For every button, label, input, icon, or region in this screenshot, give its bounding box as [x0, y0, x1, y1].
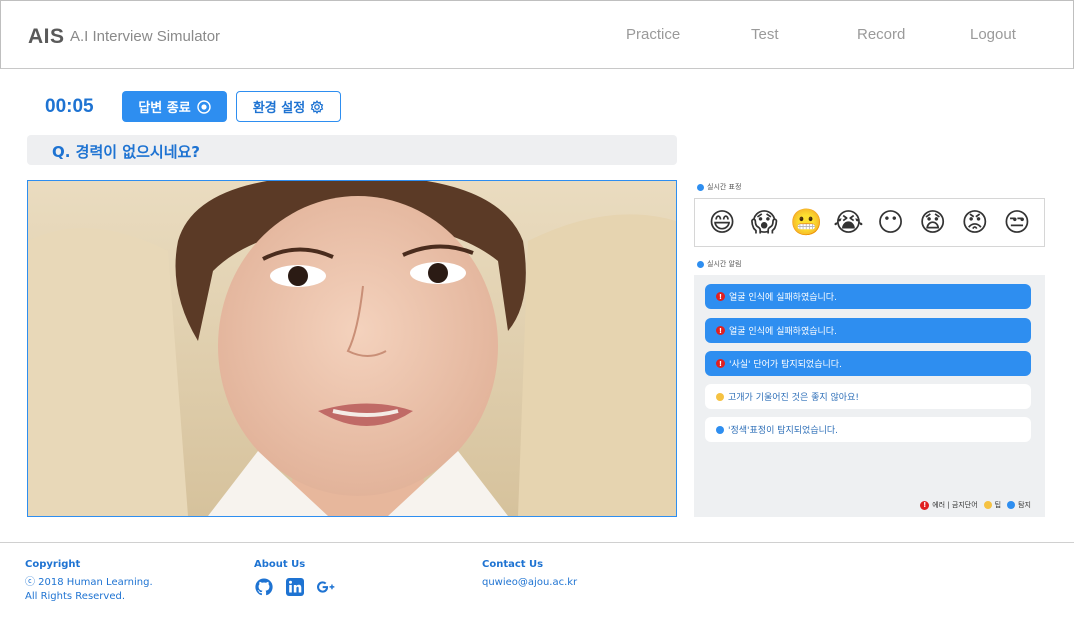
screaming-face-icon: 😱	[750, 207, 778, 238]
end-answer-label: 답변 종료	[138, 101, 191, 116]
footer-copyright-line2: All Rights Reserved.	[25, 591, 126, 602]
nav-record[interactable]: Record	[857, 26, 905, 43]
settings-button[interactable]: 환경 설정	[236, 91, 341, 122]
alert-item: ! 얼굴 인식에 실패하였습니다.	[705, 284, 1031, 309]
footer-divider	[0, 542, 1074, 543]
alert-item: ! '사실' 단어가 탐지되었습니다.	[705, 351, 1031, 376]
bullet-dot-icon	[697, 183, 704, 191]
grinning-face-icon: 😄	[708, 207, 736, 238]
error-icon: !	[716, 292, 725, 301]
alert-panel: ! 얼굴 인식에 실패하였습니다. ! 얼굴 인식에 실패하였습니다. ! '사…	[694, 275, 1045, 517]
grimacing-face-icon: 😬	[790, 207, 823, 238]
error-icon: !	[716, 326, 725, 335]
stop-circle-icon	[196, 99, 211, 114]
footer-contact-title: Contact Us	[482, 559, 544, 570]
error-icon: !	[920, 500, 930, 510]
answer-timer: 00:05	[45, 96, 94, 117]
app-subtitle: A.I Interview Simulator	[70, 28, 221, 45]
gear-icon	[310, 99, 324, 114]
google-plus-icon[interactable]	[316, 577, 336, 597]
question-text: Q. 경력이 없으시네요?	[52, 143, 200, 161]
github-icon[interactable]	[254, 577, 274, 597]
expression-section-label: 실시간 표정	[697, 182, 741, 192]
nav-practice[interactable]: Practice	[626, 26, 680, 43]
question-bar: Q. 경력이 없으시네요?	[27, 135, 677, 165]
top-header: AIS A.I Interview Simulator Practice Tes…	[0, 0, 1074, 69]
alert-item: '정색'표정이 탐지되었습니다.	[705, 417, 1031, 442]
angry-face-icon: 😡	[961, 207, 989, 238]
alert-item: 고개가 기울어진 것은 좋지 않아요!	[705, 384, 1031, 409]
detect-dot-icon	[716, 425, 724, 434]
legend-tip-label: 팁	[994, 501, 1002, 509]
footer-about-title: About Us	[254, 559, 306, 570]
webcam-frame-illustration	[28, 181, 676, 516]
bullet-dot-icon	[697, 260, 704, 268]
logo[interactable]: AIS	[28, 25, 65, 49]
footer-copyright-line1: ⓒ 2018 Human Learning.	[25, 577, 153, 588]
detect-dot-icon	[1007, 501, 1016, 509]
tip-dot-icon	[983, 501, 992, 509]
settings-label: 환경 설정	[252, 101, 306, 116]
tip-dot-icon	[716, 392, 724, 401]
linkedin-icon[interactable]	[285, 577, 305, 597]
footer-copyright-title: Copyright	[25, 559, 81, 570]
legend-error-label: 에러 | 금지단어	[932, 501, 978, 509]
contact-email-link[interactable]: quwieo@ajou.ac.kr	[482, 576, 577, 590]
unamused-face-icon: 😒	[1003, 207, 1031, 238]
webcam-video-feed	[27, 180, 677, 517]
end-answer-button[interactable]: 답변 종료	[122, 91, 227, 122]
error-icon: !	[716, 359, 725, 368]
no-mouth-face-icon: 😶	[877, 207, 905, 238]
anxious-face-icon: 😧	[919, 207, 947, 238]
crying-face-icon: 😭	[833, 207, 864, 238]
alert-item: ! 얼굴 인식에 실패하였습니다.	[705, 318, 1031, 343]
nav-logout[interactable]: Logout	[970, 26, 1016, 43]
nav-test[interactable]: Test	[751, 26, 779, 43]
alert-section-label: 실시간 알림	[697, 259, 741, 269]
expression-emoji-row: 😄 😱 😬 😭 😶 😧 😡 😒	[694, 198, 1045, 247]
legend-detect-label: 탐지	[1018, 501, 1031, 509]
alert-legend: ! 에러 | 금지단어 팁 탐지	[920, 500, 1031, 510]
